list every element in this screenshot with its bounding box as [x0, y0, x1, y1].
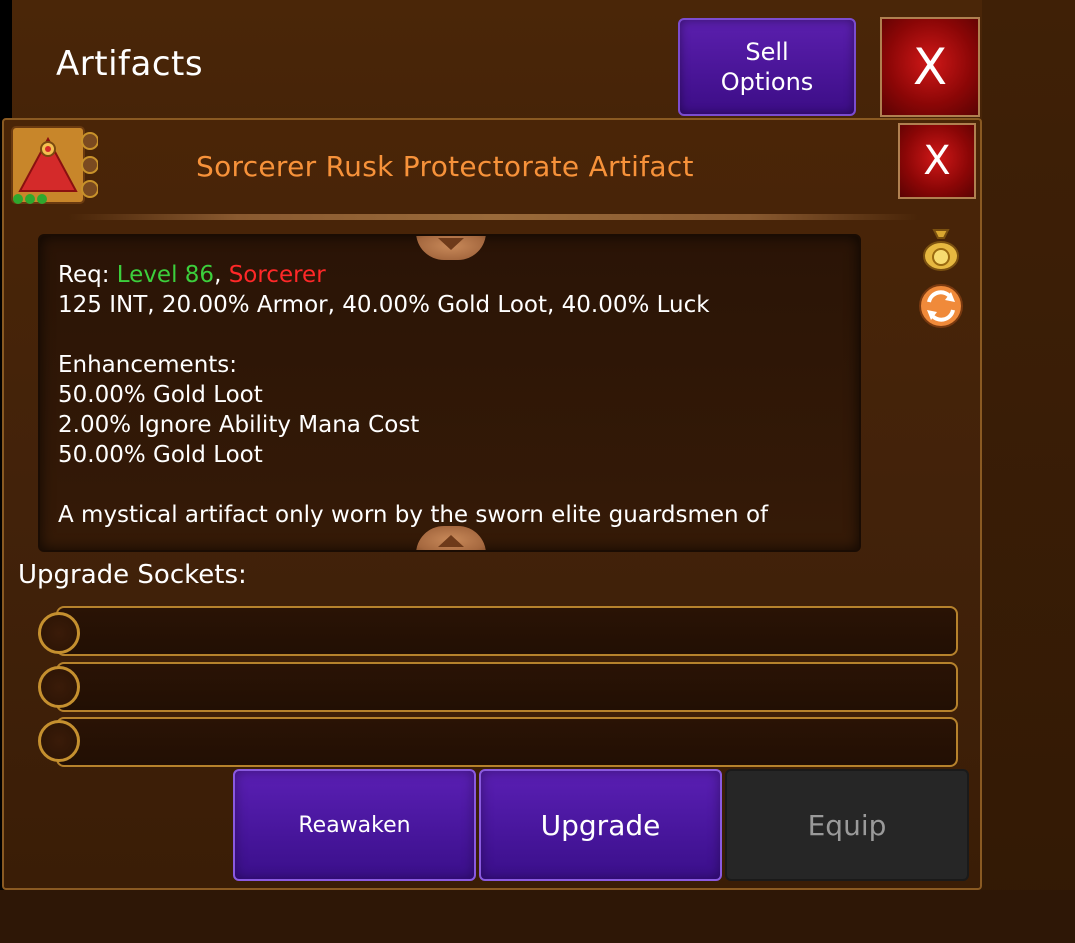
- game-screen: Artifacts Sell Options X Sorcerer Rusk P…: [0, 0, 1075, 943]
- req-class: Sorcerer: [228, 262, 326, 288]
- enhancements-title: Enhancements:: [58, 352, 238, 378]
- upgrade-sockets-label: Upgrade Sockets:: [18, 560, 247, 590]
- sell-options-label-line1: Sell: [745, 38, 789, 66]
- close-artifacts-button[interactable]: X: [880, 17, 980, 117]
- chevron-down-icon: [438, 238, 464, 250]
- moneybag-icon[interactable]: [920, 226, 962, 272]
- title-divider: [68, 214, 918, 220]
- page-title: Artifacts: [56, 44, 204, 84]
- background-strip-bottom: [0, 890, 1075, 943]
- close-dialog-button[interactable]: X: [898, 123, 976, 199]
- stats-line: 125 INT, 20.00% Armor, 40.00% Gold Loot,…: [58, 292, 710, 318]
- enhancement-item: 50.00% Gold Loot: [58, 382, 263, 408]
- upgrade-label: Upgrade: [540, 808, 661, 842]
- dialog-title: Sorcerer Rusk Protectorate Artifact: [196, 150, 694, 183]
- reawaken-button[interactable]: Reawaken: [233, 769, 476, 881]
- req-separator: ,: [214, 262, 229, 288]
- equip-label: Equip: [807, 808, 887, 842]
- sell-options-button[interactable]: Sell Options: [678, 18, 856, 116]
- enhancement-item: 2.00% Ignore Ability Mana Cost: [58, 412, 420, 438]
- background-strip: [982, 0, 1075, 943]
- upgrade-socket-slot[interactable]: [56, 662, 958, 712]
- reawaken-label: Reawaken: [298, 812, 411, 838]
- sell-options-label-line2: Options: [720, 68, 814, 96]
- description-content: Req: Level 86, Sorcerer 125 INT, 20.00% …: [58, 260, 848, 530]
- triangle-artifact-icon[interactable]: [10, 125, 98, 205]
- requirements-line: Req: Level 86, Sorcerer: [58, 260, 848, 290]
- scroll-up-button[interactable]: [416, 236, 486, 260]
- socket-circle-icon[interactable]: [38, 720, 80, 762]
- chevron-up-icon: [438, 535, 464, 547]
- req-prefix: Req:: [58, 262, 117, 288]
- upgrade-button[interactable]: Upgrade: [479, 769, 722, 881]
- close-icon: X: [912, 38, 948, 96]
- equip-button[interactable]: Equip: [725, 769, 969, 881]
- upgrade-socket-slot[interactable]: [56, 606, 958, 656]
- swap-arrows-icon[interactable]: [917, 282, 965, 330]
- description-scroll-box[interactable]: Req: Level 86, Sorcerer 125 INT, 20.00% …: [38, 234, 861, 552]
- upgrade-socket-slot[interactable]: [56, 717, 958, 767]
- socket-circle-icon[interactable]: [38, 612, 80, 654]
- req-level: Level 86: [116, 262, 215, 288]
- enhancement-item: 50.00% Gold Loot: [58, 442, 263, 468]
- socket-circle-icon[interactable]: [38, 666, 80, 708]
- close-icon: X: [923, 138, 951, 184]
